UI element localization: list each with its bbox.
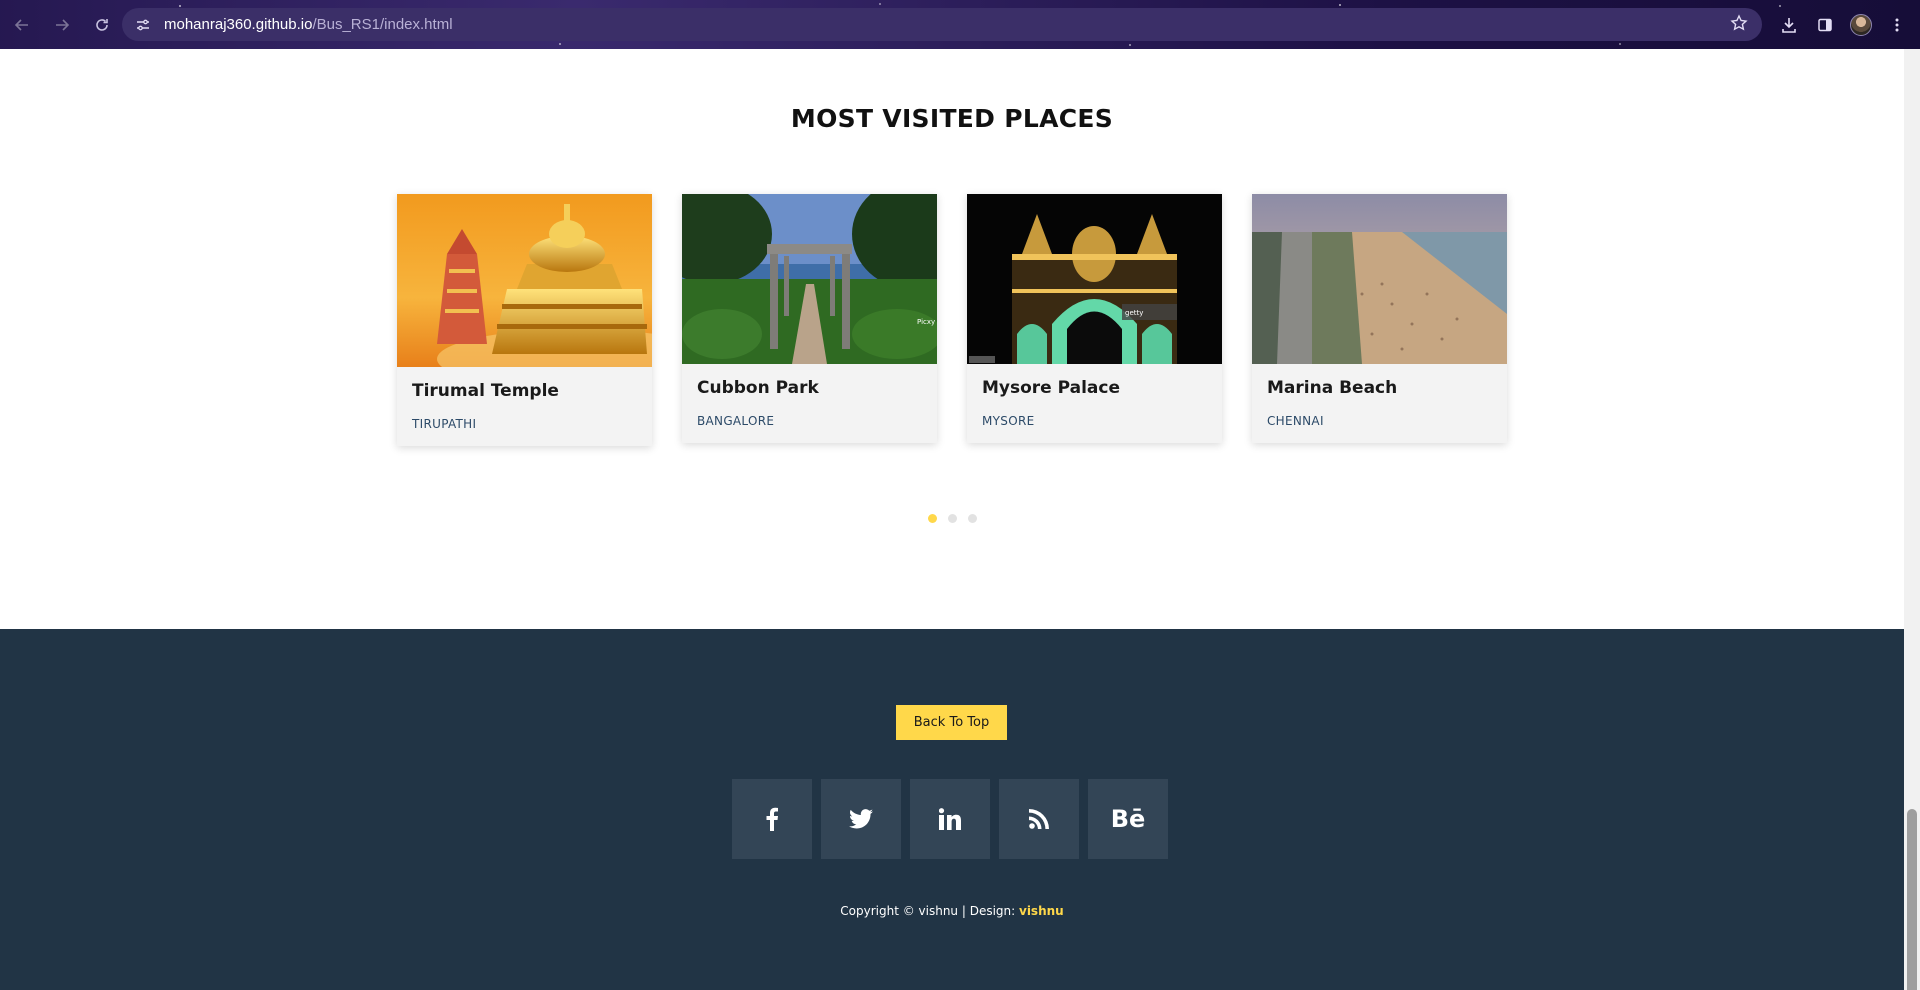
reload-icon[interactable] [84, 7, 120, 43]
back-arrow-icon[interactable] [4, 7, 40, 43]
rss-icon[interactable] [999, 779, 1079, 859]
palace-image: getty [967, 194, 1222, 364]
page-scrollbar[interactable] [1904, 49, 1920, 990]
behance-glyph: Bē [1110, 805, 1146, 833]
site-info-icon[interactable] [128, 10, 158, 40]
designer-link[interactable]: vishnu [1019, 904, 1064, 918]
linkedin-icon[interactable] [910, 779, 990, 859]
section-title: MOST VISITED PLACES [790, 104, 1114, 133]
place-name: Mysore Palace [982, 378, 1121, 398]
svg-text:getty: getty [1125, 309, 1143, 317]
place-name: Marina Beach [1267, 378, 1398, 398]
scrollbar-thumb[interactable] [1907, 809, 1917, 990]
place-card-mysore-palace[interactable]: getty Mysore Palace MYSORE [967, 194, 1222, 443]
url-host: mohanraj360.github.io [164, 16, 313, 33]
copyright: Copyright © vishnu | Design: vishnu [0, 904, 1904, 918]
carousel-dot-1[interactable] [927, 514, 937, 523]
copyright-text: Copyright © vishnu | Design: [840, 904, 1019, 918]
place-name: Cubbon Park [697, 378, 819, 398]
back-to-top-button[interactable]: Back To Top [896, 705, 1007, 740]
temple-image [397, 194, 652, 367]
place-name: Tirumal Temple [412, 381, 559, 401]
url-text: mohanraj360.github.io/Bus_RS1/index.html [164, 16, 453, 33]
forward-arrow-icon[interactable] [44, 7, 80, 43]
side-panel-icon[interactable] [1810, 10, 1840, 40]
social-links: Bē [732, 779, 1168, 859]
place-card-cubbon-park[interactable]: Picxy Cubbon Park BANGALORE [682, 194, 937, 443]
beach-image [1252, 194, 1507, 364]
url-path: /Bus_RS1/index.html [312, 16, 453, 33]
place-location: CHENNAI [1267, 414, 1324, 428]
place-card-marina-beach[interactable]: Marina Beach CHENNAI [1252, 194, 1507, 443]
download-icon[interactable] [1774, 10, 1804, 40]
profile-avatar[interactable] [1846, 10, 1876, 40]
place-location: MYSORE [982, 414, 1035, 428]
menu-icon[interactable] [1882, 10, 1912, 40]
svg-text:Picxy: Picxy [917, 318, 935, 326]
behance-icon[interactable]: Bē [1088, 779, 1168, 859]
park-image: Picxy [682, 194, 937, 364]
twitter-icon[interactable] [821, 779, 901, 859]
facebook-icon[interactable] [732, 779, 812, 859]
place-card-tirumal-temple[interactable]: Tirumal Temple TIRUPATHI [397, 194, 652, 446]
carousel-pagination [0, 514, 1904, 523]
bookmark-star-icon[interactable] [1730, 14, 1748, 37]
carousel-dot-3[interactable] [967, 514, 977, 523]
browser-toolbar: mohanraj360.github.io/Bus_RS1/index.html [0, 0, 1920, 49]
places-carousel: Tirumal Temple TIRUPATHI Picxy Cubbon Pa… [397, 194, 1507, 446]
page-content: MOST VISITED PLACES Tirumal Temple TIRUP… [0, 49, 1904, 990]
place-location: BANGALORE [697, 414, 775, 428]
footer: Back To Top Bē Copyright © vishnu | Desi… [0, 629, 1904, 990]
toolbar-actions [1774, 0, 1920, 49]
place-location: TIRUPATHI [412, 417, 477, 431]
address-bar[interactable]: mohanraj360.github.io/Bus_RS1/index.html [122, 8, 1762, 41]
avatar [1850, 13, 1872, 36]
carousel-dot-2[interactable] [947, 514, 957, 523]
